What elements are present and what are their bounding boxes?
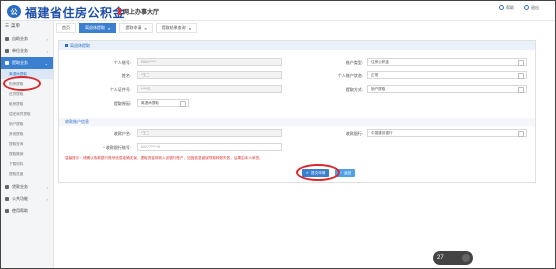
question-icon [5,209,9,213]
warning-text: 温馨提示：请确认收款银行账号信息准确无误，提取资金将转入该银行账户，如因信息错误… [65,156,263,160]
account-no-label: 个人账号: [113,60,131,65]
chevron-left-icon: ‹ [46,37,48,42]
reason-select[interactable]: 离退休提取 [137,99,189,107]
chevron-left-icon: ‹ [46,197,48,202]
tab-bar: 首页 离退休提取 × 提取申请 × 提取结果查询 × [56,23,198,34]
name-label: 姓名: [121,73,131,78]
panel-icon [65,44,68,47]
chevron-left-icon: ‹ [46,185,48,190]
sidebar-subitem[interactable]: 租房提取 [1,99,53,109]
site-logo: 公 [7,5,21,18]
logout-link[interactable]: 退出 [524,5,539,11]
sidebar-item-withdrawal[interactable]: 提取业务 ⌄ [1,57,53,69]
account-status-label: 个人账户状态: [337,73,363,78]
withdraw-method-select[interactable]: 销户提取 [367,85,527,93]
sidebar-item-self-service[interactable]: 自助业务 ‹ [1,33,53,45]
circle-icon [462,254,470,262]
receiver-name-field: *王二 [137,129,282,137]
receiver-name-label: 收款户名: [113,131,131,136]
tab-withdrawal-query[interactable]: 提取结果查询 × [155,23,198,33]
sidebar-subitem[interactable]: 偿还商贷提取 [1,109,53,119]
receiver-account-input[interactable]: 62277*****0 [137,143,282,151]
sidebar-subitem[interactable]: 提取撤销 [1,149,53,159]
page-indicator-badge[interactable]: 27 [433,251,473,265]
sidebar: ☰ 菜单 自助业务 ‹ 单位业务 ‹ 提取业务 ⌄ 离退休提取 购房提取 还贷提… [1,21,54,268]
sidebar-subitem[interactable]: 其他提取 [1,129,53,139]
building-icon [5,49,9,53]
chevron-down-icon: ⌄ [44,61,48,66]
account-no-field: 0001***** [137,58,282,66]
close-icon[interactable]: × [189,26,191,31]
name-field: *王二 [137,71,282,79]
close-icon[interactable]: × [144,26,146,31]
receiver-bank-label: 收款银行: [345,131,363,136]
sidebar-item-public[interactable]: 公共功能 ‹ [1,193,53,205]
account-type-select[interactable]: 住房公积金 [367,58,527,66]
loan-icon [5,185,9,189]
top-header: 公 福建省住房公积金 网上办事大厅 帮助 退出 [1,1,555,21]
withdrawal-form-panel: 离退休提取 个人账号: 0001***** 账户类型: 住房公积金 姓名: *王… [58,40,536,183]
sidebar-subitem[interactable]: 下载材料 [1,159,53,169]
power-icon [524,5,529,11]
receiver-section-header: 收款账户信息 [59,118,535,126]
help-link[interactable]: 帮助 [499,5,514,11]
sidebar-item-help[interactable]: 使用帮助 [1,205,53,217]
highlight-circle-submit [296,164,340,181]
tab-retirement-withdrawal[interactable]: 离退休提取 × [79,23,117,33]
title-accent-bar [118,8,121,15]
withdraw-method-label: 提取方式: [345,87,363,92]
sidebar-subitem[interactable]: 销户提取 [1,119,53,129]
id-label: 个人证件号: [109,87,131,92]
sidebar-menu-toggle[interactable]: ☰ 菜单 [1,21,53,31]
tools-icon [5,197,9,201]
wallet-icon [5,61,9,65]
sidebar-item-unit-business[interactable]: 单位业务 ‹ [1,45,53,57]
site-title: 福建省住房公积金 [25,6,126,20]
account-type-label: 账户类型: [345,60,363,65]
account-status-select[interactable]: 正常 [367,71,527,79]
tab-withdrawal-apply[interactable]: 提取申请 × [119,23,153,33]
help-icon [499,5,504,11]
sidebar-subitem[interactable]: 提取进度 [1,169,53,179]
close-icon[interactable]: × [108,26,110,31]
id-field: *****2 [137,85,282,93]
receiver-bank-select[interactable]: 中国建设银行 [367,129,527,137]
panel-header: 离退休提取 [59,41,535,50]
tab-home[interactable]: 首页 [56,23,76,33]
header-links: 帮助 退出 [499,5,539,11]
menu-icon: ☰ [5,23,10,28]
highlight-circle-sidebar [3,76,41,91]
sidebar-subitem[interactable]: 提取查询 [1,139,53,149]
grid-icon [5,37,9,41]
sidebar-item-loans[interactable]: 贷款业务 ‹ [1,181,53,193]
reason-label: 提取原因: [113,101,131,106]
chevron-left-icon: ‹ [46,49,48,54]
site-subtitle: 网上办事大厅 [123,10,160,16]
receiver-account-label: * 收款银行账号: [103,145,131,150]
